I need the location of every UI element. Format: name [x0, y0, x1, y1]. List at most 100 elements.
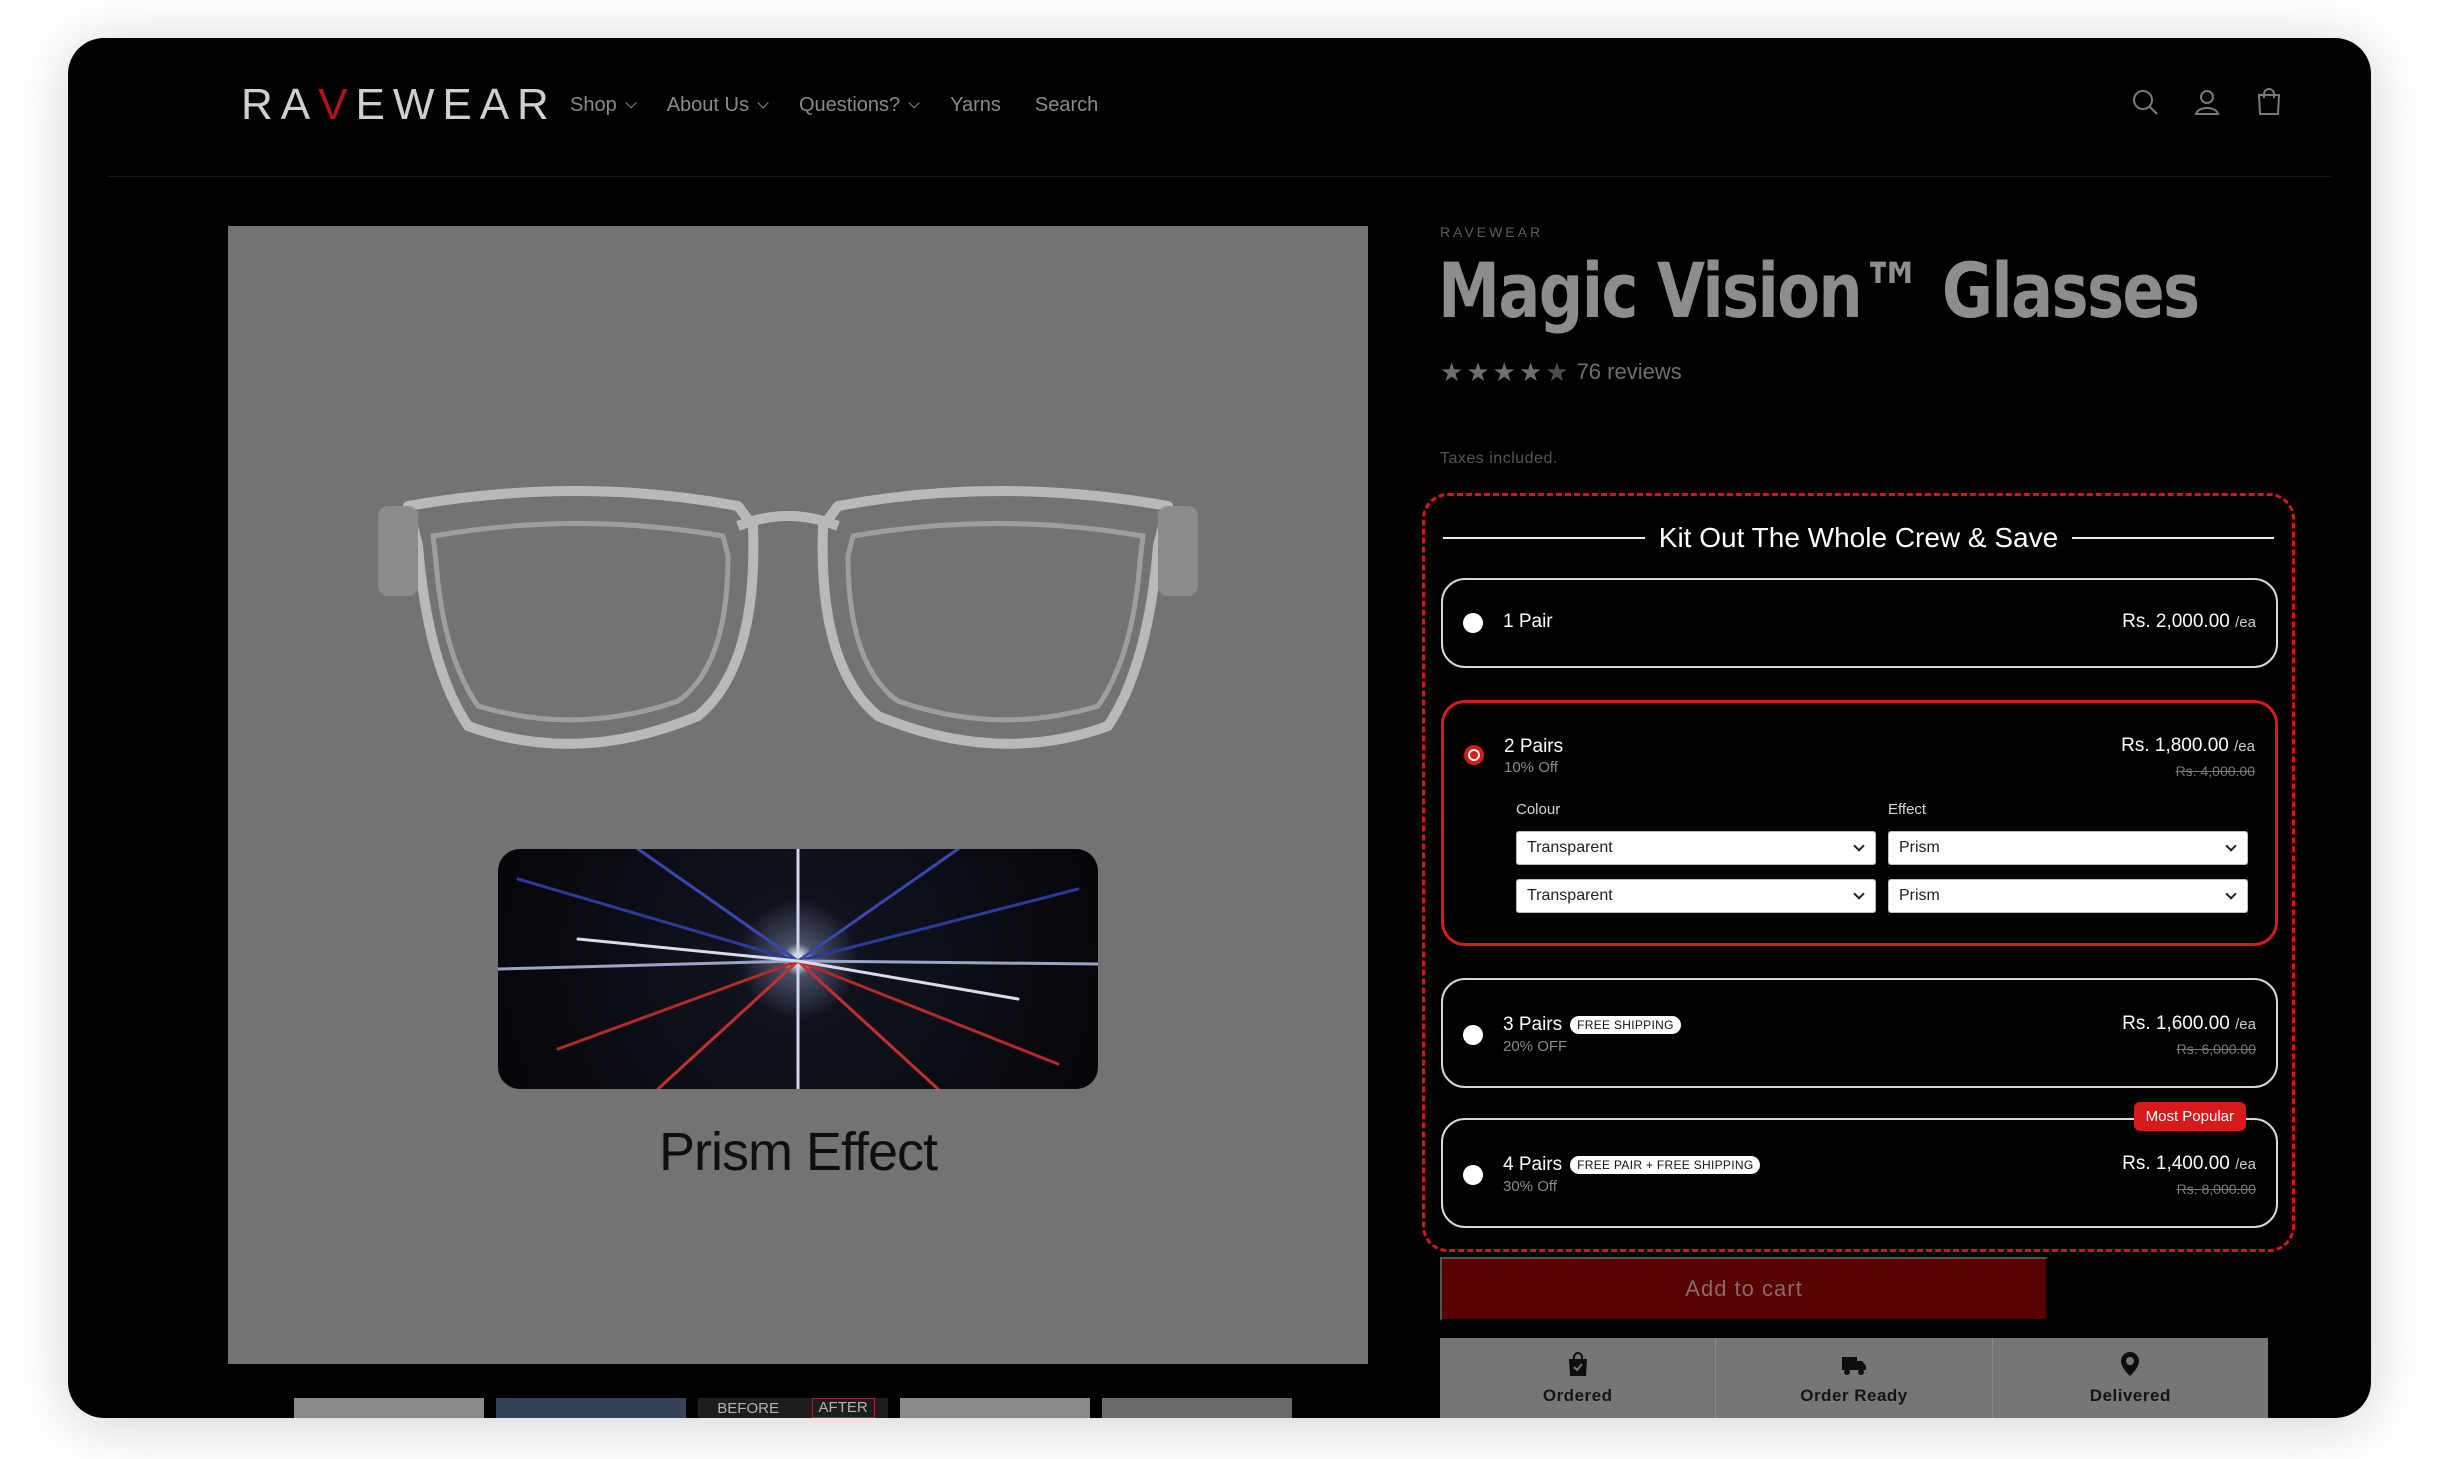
option-price: Rs. 1,800.00 /ea: [2121, 735, 2255, 757]
radio-button[interactable]: [1463, 1025, 1483, 1045]
effect-select-2[interactable]: Prism: [1888, 879, 2248, 913]
after-label: AFTER: [811, 1398, 875, 1418]
price-value: Rs. 1,600.00: [2122, 1013, 2230, 1034]
add-to-cart-button[interactable]: Add to cart: [1440, 1257, 2048, 1321]
timeline-step-delivered: Delivered: [1991, 1338, 2268, 1418]
bundle-option-2-pairs[interactable]: 2 Pairs 10% Off Rs. 1,800.00 /ea Rs. 4,0…: [1441, 700, 2278, 946]
chevron-down-icon: [2225, 840, 2237, 852]
price-unit: /ea: [2235, 614, 2256, 631]
cart-icon[interactable]: [2253, 86, 2285, 118]
bundle-heading: Kit Out The Whole Crew & Save: [1443, 521, 2274, 555]
nav-questions[interactable]: Questions?: [798, 90, 920, 120]
colour-select-1[interactable]: Transparent: [1516, 831, 1876, 865]
chevron-down-icon: [1853, 840, 1865, 852]
nav-label: Questions?: [798, 93, 901, 116]
bundle-option-3-pairs[interactable]: 3 Pairs FREE SHIPPING 20% OFF Rs. 1,600.0…: [1441, 978, 2278, 1088]
prism-effect-preview: [498, 849, 1098, 1089]
option-name: 4 Pairs FREE PAIR + FREE SHIPPING: [1503, 1154, 1761, 1176]
logo-text-accent: V: [318, 80, 356, 129]
ravewear-logo[interactable]: RA V EWEAR: [241, 80, 557, 130]
media-thumbnails: BEFORE AFTER: [294, 1398, 1292, 1418]
nav-label: Shop: [570, 93, 617, 116]
product-title: Magic Vision™ Glasses: [1438, 246, 2200, 335]
star-icon: ★: [1440, 357, 1464, 387]
nav-shop[interactable]: Shop: [570, 90, 637, 120]
star-rating: ★ ★ ★ ★ ★: [1440, 358, 1569, 386]
option-name-text: 2 Pairs: [1504, 736, 1564, 757]
nav-yarns[interactable]: Yarns: [950, 90, 1001, 120]
colour-label: Colour: [1516, 801, 1561, 818]
star-icon: ★: [1466, 357, 1490, 387]
chevron-down-icon: [1853, 888, 1865, 900]
nav-about-us[interactable]: About Us: [666, 90, 769, 120]
nav-label: Search: [1034, 93, 1099, 116]
chevron-down-icon: [625, 97, 637, 109]
colour-select-2[interactable]: Transparent: [1516, 879, 1876, 913]
search-icon[interactable]: [2129, 86, 2161, 118]
price-unit: /ea: [2235, 1156, 2256, 1173]
bundle-option-1-pair[interactable]: 1 Pair Rs. 2,000.00 /ea: [1441, 578, 2278, 668]
bundle-selector: Kit Out The Whole Crew & Save 1 Pair Rs.…: [1422, 493, 2295, 1252]
thumbnail[interactable]: [1102, 1398, 1292, 1418]
timeline-label: Order Ready: [1800, 1386, 1908, 1405]
nav-search[interactable]: Search: [1035, 90, 1098, 120]
divider: [1443, 537, 1645, 539]
header-divider: [108, 176, 2331, 177]
bundle-option-4-pairs[interactable]: Most Popular 4 Pairs FREE PAIR + FREE SHI…: [1441, 1102, 2278, 1228]
chevron-down-icon: [908, 97, 920, 109]
radio-button[interactable]: [1463, 613, 1483, 633]
option-price: Rs. 1,600.00 /ea: [2122, 1013, 2256, 1035]
header-icons: [2129, 86, 2285, 118]
option-name: 3 Pairs FREE SHIPPING: [1503, 1014, 1681, 1036]
radio-button-selected[interactable]: [1464, 745, 1484, 765]
chevron-down-icon: [757, 97, 769, 109]
option-price: Rs. 1,400.00 /ea: [2122, 1153, 2256, 1175]
browser-window: RA V EWEAR Shop About Us Questions? Yarns …: [68, 38, 2371, 1418]
option-discount: 20% OFF: [1503, 1038, 1568, 1055]
logo-text: EWEAR: [355, 80, 557, 129]
thumbnail[interactable]: [294, 1398, 484, 1418]
product-media[interactable]: Prism Effect: [228, 226, 1368, 1364]
timeline-step-order-ready: Order Ready: [1715, 1338, 1991, 1418]
taxes-note: Taxes included.: [1440, 450, 1558, 467]
effect-select-1[interactable]: Prism: [1888, 831, 2248, 865]
site-header: RA V EWEAR Shop About Us Questions? Yarns …: [68, 38, 2371, 176]
location-pin-icon: [2121, 1352, 2140, 1376]
prism-effect-label: Prism Effect: [658, 1122, 938, 1182]
nav-label: About Us: [666, 93, 749, 116]
free-shipping-pill: FREE SHIPPING: [1570, 1016, 1681, 1034]
bag-icon: [1568, 1352, 1587, 1376]
option-discount: 10% Off: [1504, 759, 1558, 776]
price-value: Rs. 2,000.00: [2122, 611, 2230, 632]
logo-text: RA: [241, 80, 319, 129]
radio-button[interactable]: [1463, 1165, 1483, 1185]
truck-icon: [1841, 1357, 1866, 1375]
free-pair-pill: FREE PAIR + FREE SHIPPING: [1570, 1156, 1761, 1174]
option-discount: 30% Off: [1503, 1178, 1557, 1195]
before-label: BEFORE: [717, 1400, 779, 1417]
select-value: Transparent: [1527, 839, 1613, 856]
star-icon: ★: [1492, 357, 1516, 387]
thumbnail[interactable]: [900, 1398, 1090, 1418]
option-name-text: 3 Pairs: [1503, 1014, 1563, 1035]
price-unit: /ea: [2234, 738, 2255, 755]
account-icon[interactable]: [2191, 86, 2223, 118]
timeline-step-ordered: Ordered: [1440, 1338, 1715, 1418]
thumbnail-before-after[interactable]: BEFORE AFTER: [698, 1398, 888, 1418]
select-value: Prism: [1899, 887, 1940, 904]
product-rating[interactable]: ★ ★ ★ ★ ★ 76 reviews: [1440, 358, 1682, 386]
option-name: 1 Pair: [1503, 611, 1553, 633]
select-value: Transparent: [1527, 887, 1613, 904]
review-count[interactable]: 76 reviews: [1577, 359, 1682, 385]
timeline-label: Ordered: [1542, 1386, 1613, 1405]
thumbnail[interactable]: [496, 1398, 686, 1418]
divider: [2072, 537, 2274, 539]
star-icon: ★: [1518, 357, 1543, 387]
product-vendor: RAVEWEAR: [1440, 224, 1544, 240]
most-popular-badge: Most Popular: [2133, 1102, 2246, 1131]
delivery-timeline: Ordered Order Ready Delivered: [1440, 1338, 2268, 1418]
option-price: Rs. 2,000.00 /ea: [2122, 611, 2256, 633]
option-name: 2 Pairs: [1504, 736, 1563, 758]
timeline-label: Delivered: [2089, 1386, 2171, 1405]
effect-label: Effect: [1888, 801, 1927, 818]
